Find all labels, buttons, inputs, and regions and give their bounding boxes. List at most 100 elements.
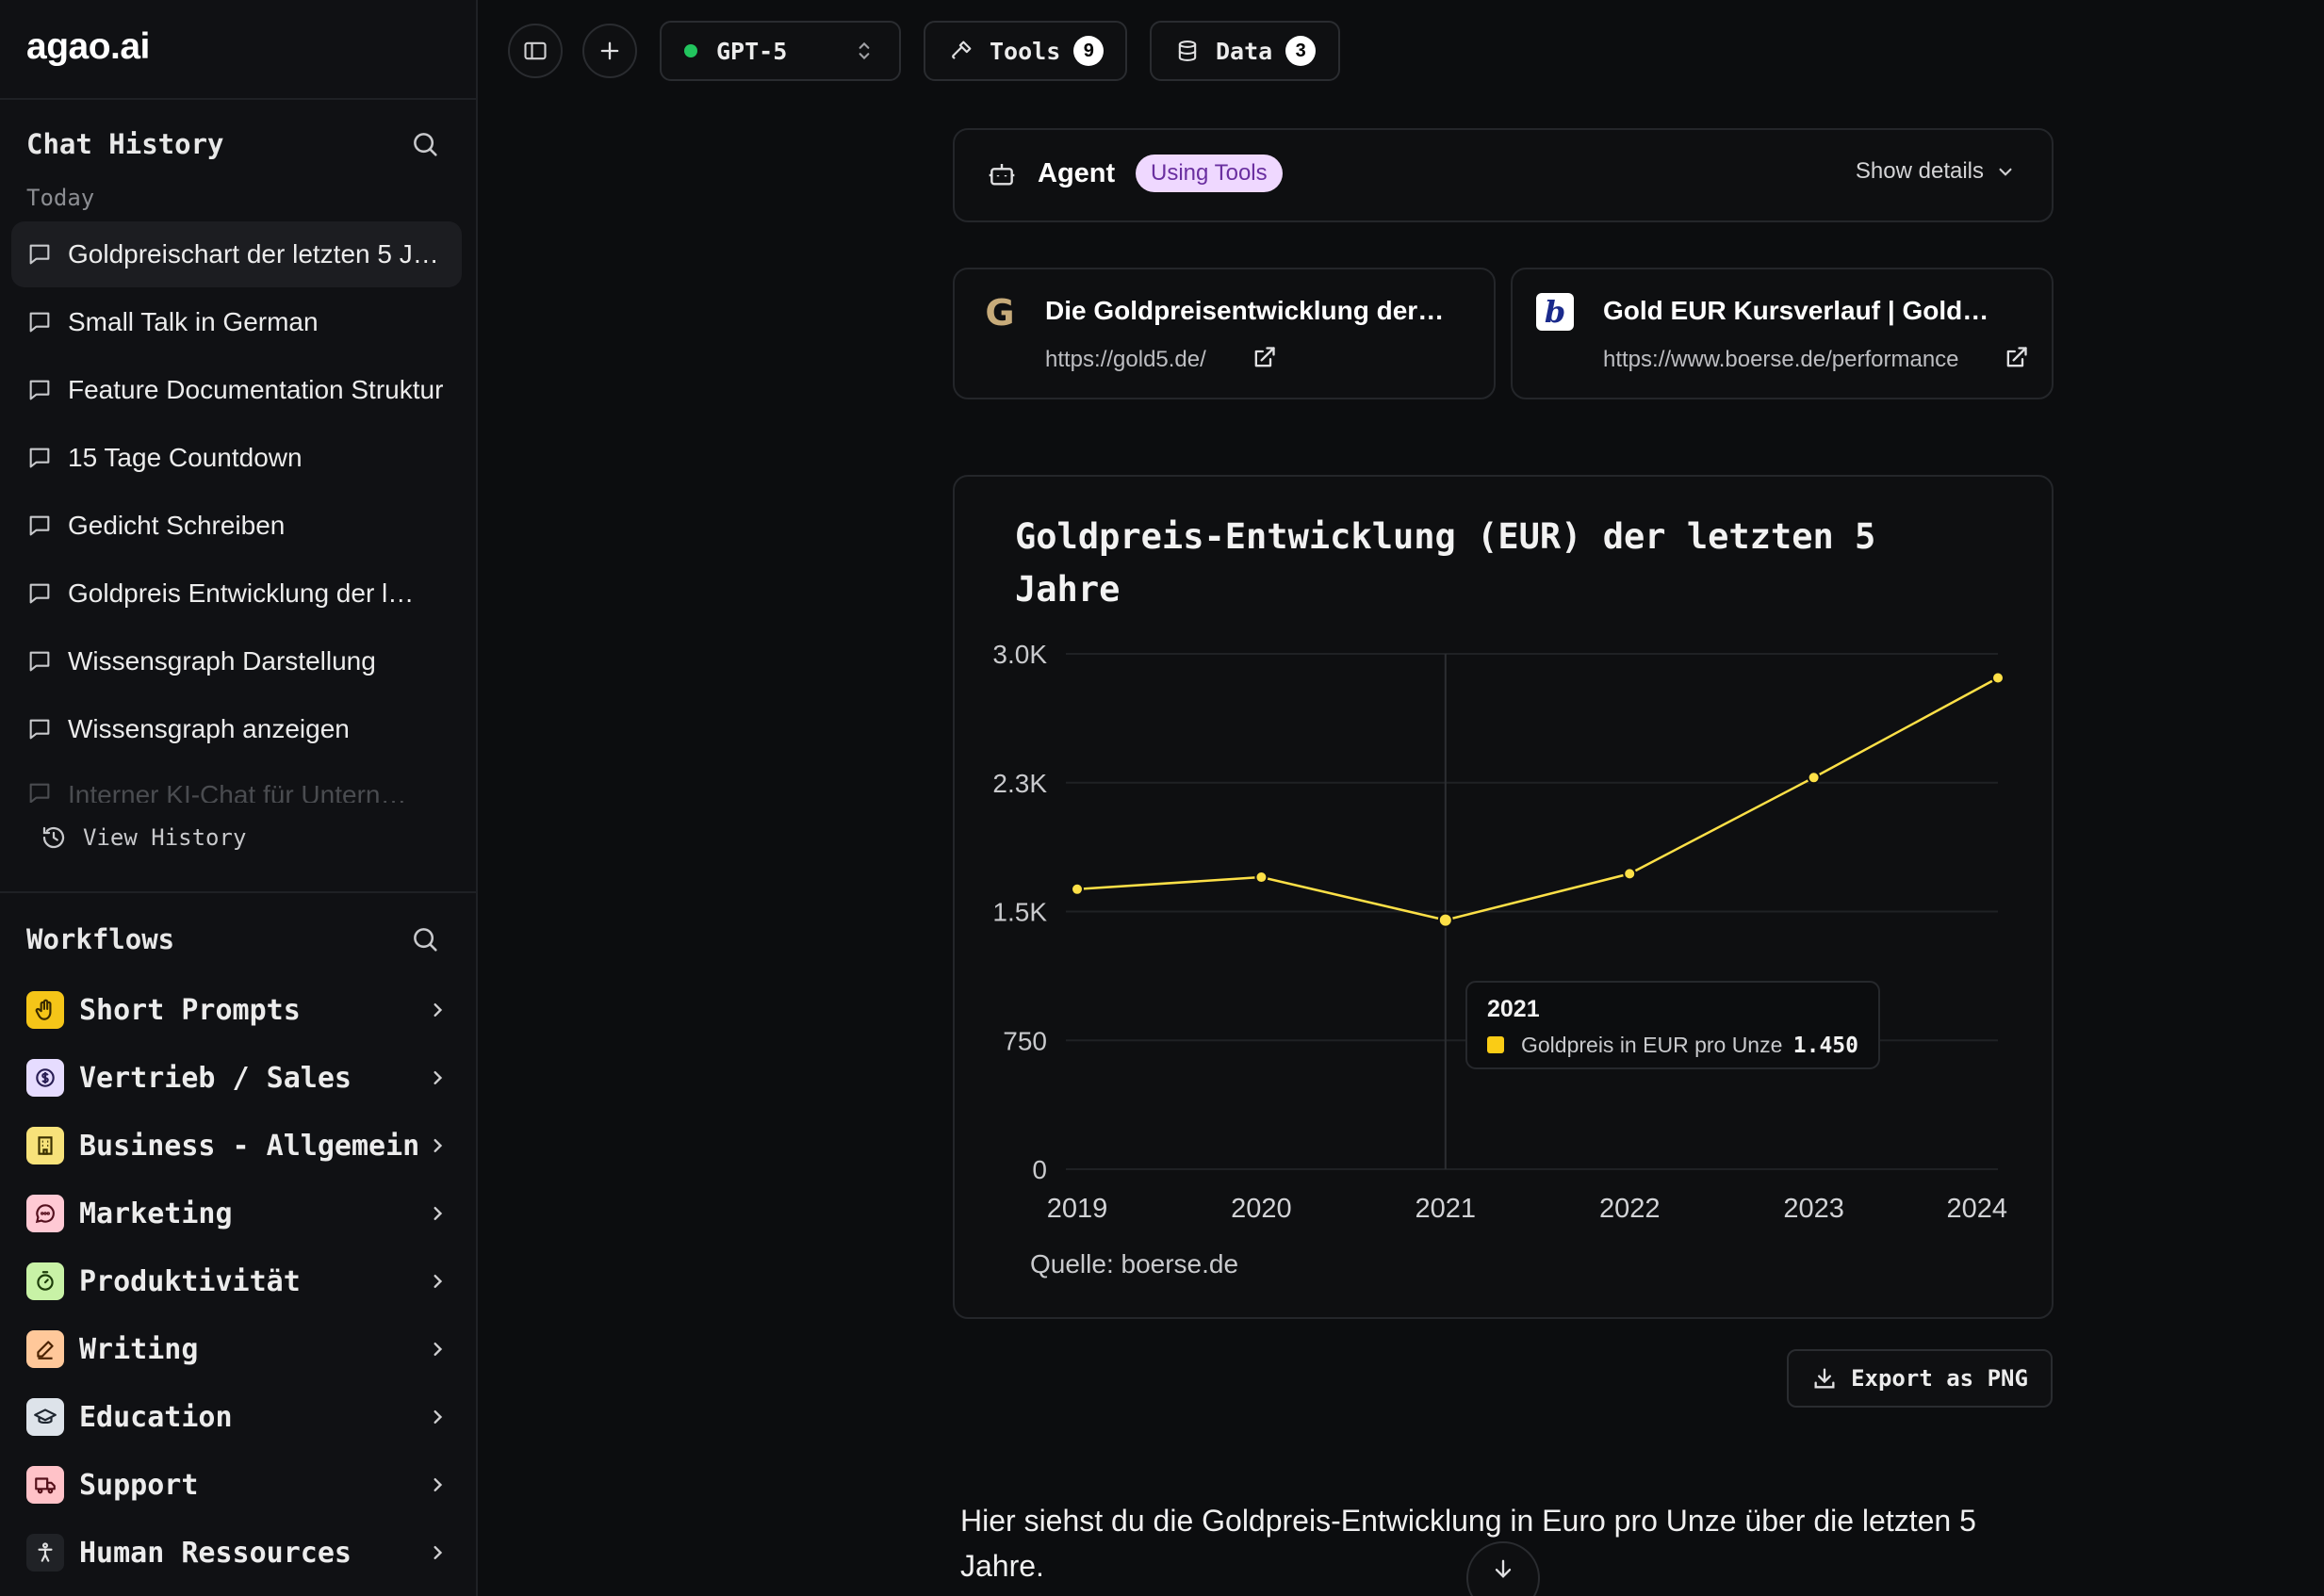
chat-search-icon[interactable]: [409, 128, 441, 160]
source-title: Die Goldpreisentwicklung der letzten Jah…: [1045, 296, 1450, 325]
x-tick-label: 2023: [1783, 1194, 1844, 1224]
workflow-education[interactable]: Education: [26, 1391, 450, 1443]
data-point: [1071, 882, 1084, 896]
agent-title: Agent: [1038, 158, 1116, 188]
chat-history-item[interactable]: Goldpreischart der letzten 5 Jahre: [11, 221, 462, 287]
source-url: https://www.boerse.de/performance: [1603, 347, 1959, 372]
chevron-up-down-icon: [852, 39, 876, 63]
external-link-icon[interactable]: [1251, 345, 1277, 371]
chat-title: Wissensgraph anzeigen: [68, 714, 350, 743]
data-button[interactable]: Data 3: [1150, 21, 1340, 81]
workflow-label: Support: [79, 1468, 199, 1502]
workflow-human-ressources[interactable]: Human Ressources: [26, 1526, 450, 1579]
chat-title: Feature Documentation Struktur: [68, 375, 444, 404]
view-history-link[interactable]: View History: [40, 823, 246, 852]
divider: [0, 98, 476, 100]
chevron-right-icon: [424, 997, 450, 1023]
chevron-right-icon: [424, 1268, 450, 1295]
gold5-logo-icon: G: [981, 294, 1019, 332]
tools-label: Tools: [990, 37, 1061, 65]
svg-text:b: b: [1545, 294, 1565, 330]
chat-bubble-icon: [26, 241, 53, 268]
truck-icon: [26, 1466, 64, 1504]
chat-bubble-icon: [26, 580, 53, 607]
chat-history-item[interactable]: Goldpreis Entwicklung der letzten Jahre: [11, 561, 462, 627]
data-point: [1623, 867, 1637, 881]
workflow-label: Human Ressources: [79, 1536, 352, 1570]
chat-bubble-icon: [26, 780, 53, 803]
sidebar-panel-icon: [522, 38, 548, 64]
chat-history-title: Chat History: [26, 128, 224, 160]
chat-bubble-icon: [26, 309, 53, 335]
workflow-marketing[interactable]: Marketing: [26, 1187, 450, 1240]
workflow-label: Business - Allgemein: [79, 1129, 420, 1163]
tools-button[interactable]: Tools 9: [924, 21, 1127, 81]
y-tick-label: 0: [1032, 1155, 1047, 1184]
workflow-label: Marketing: [79, 1197, 233, 1230]
model-status-dot: [684, 44, 697, 57]
chat-bubble-icon: [26, 445, 53, 471]
app-logo[interactable]: agao.ai: [26, 26, 150, 68]
data-label: Data: [1216, 37, 1273, 65]
chevron-right-icon: [424, 1472, 450, 1498]
sidebar: agao.ai Chat History Today Goldpreischar…: [0, 0, 478, 1596]
tooltip-swatch: [1487, 1036, 1504, 1053]
data-point: [1807, 771, 1821, 785]
chevron-right-icon: [424, 1404, 450, 1430]
x-tick-label: 2019: [1047, 1194, 1108, 1224]
y-tick-label: 3.0K: [992, 640, 1047, 669]
robot-icon: [987, 160, 1017, 190]
chat-history-item[interactable]: Interner KI-Chat für Unternehmen: [11, 765, 462, 803]
arrow-down-icon: [1490, 1555, 1516, 1582]
source-card[interactable]: b Gold EUR Kursverlauf | Goldpreis https…: [1511, 268, 2054, 399]
chat-history-item[interactable]: Feature Documentation Struktur: [11, 357, 462, 423]
chat-history-item[interactable]: Wissensgraph Darstellung: [11, 628, 462, 694]
chat-history-item[interactable]: Wissensgraph anzeigen: [11, 696, 462, 762]
tooltip-value: 1.450: [1793, 1034, 1858, 1058]
source-title: Gold EUR Kursverlauf | Goldpreis: [1603, 296, 1989, 325]
chat-title: 15 Tage Countdown: [68, 443, 303, 472]
svg-text:G: G: [985, 294, 1014, 332]
building-icon: [26, 1127, 64, 1164]
chat-title: Goldpreis Entwicklung der letzten Jahre: [68, 578, 417, 608]
chart-source-note: Quelle: boerse.de: [1030, 1249, 1239, 1278]
chat-history-item[interactable]: Gedicht Schreiben: [11, 493, 462, 559]
external-link-icon[interactable]: [2003, 345, 2029, 371]
chat-history-item[interactable]: 15 Tage Countdown: [11, 425, 462, 491]
agent-status-card: Agent Using Tools Show details: [953, 128, 2054, 222]
chevron-right-icon: [424, 1065, 450, 1091]
line-chart[interactable]: 0 750 1.5K 2.3K 3.0K 2019 2020 2021 2022 2023 2024…: [955, 477, 2052, 1317]
chat-bubble-icon: [26, 377, 53, 403]
export-png-button[interactable]: Export as PNG: [1787, 1349, 2053, 1408]
workflow-short-prompts[interactable]: Short Prompts: [26, 984, 450, 1036]
workflow-produktivitaet[interactable]: Produktivität: [26, 1255, 450, 1308]
divider: [0, 891, 476, 893]
workflow-search-icon[interactable]: [409, 923, 441, 955]
chat-history-item[interactable]: Small Talk in German: [11, 289, 462, 355]
workflow-vertrieb-sales[interactable]: Vertrieb / Sales: [26, 1051, 450, 1104]
workflow-label: Short Prompts: [79, 993, 301, 1027]
model-selector[interactable]: GPT-5: [660, 21, 901, 81]
tooltip-category: 2021: [1487, 996, 1540, 1022]
workflow-label: Vertrieb / Sales: [79, 1061, 352, 1095]
source-card[interactable]: G Die Goldpreisentwicklung der letzten J…: [953, 268, 1496, 399]
show-details-toggle[interactable]: Show details: [1856, 158, 2018, 185]
workflow-support[interactable]: Support: [26, 1458, 450, 1511]
new-chat-button[interactable]: [582, 24, 637, 78]
person-icon: [26, 1534, 64, 1572]
history-icon: [40, 823, 68, 852]
source-url: https://gold5.de/: [1045, 347, 1206, 372]
show-details-label: Show details: [1855, 158, 1984, 184]
chat-title: Interner KI-Chat für Unternehmen: [68, 780, 407, 803]
data-point: [1991, 671, 2005, 685]
database-icon: [1174, 38, 1201, 64]
hand-icon: [26, 991, 64, 1029]
toggle-sidebar-button[interactable]: [508, 24, 563, 78]
workflow-business-allgemein[interactable]: Business - Allgemein: [26, 1119, 450, 1172]
workflow-label: Education: [79, 1400, 233, 1434]
workflow-writing[interactable]: Writing: [26, 1323, 450, 1376]
x-tick-label: 2020: [1231, 1194, 1292, 1224]
hammer-icon: [948, 38, 974, 64]
chat-title: Gedicht Schreiben: [68, 511, 286, 540]
series-line: [1076, 676, 1999, 921]
